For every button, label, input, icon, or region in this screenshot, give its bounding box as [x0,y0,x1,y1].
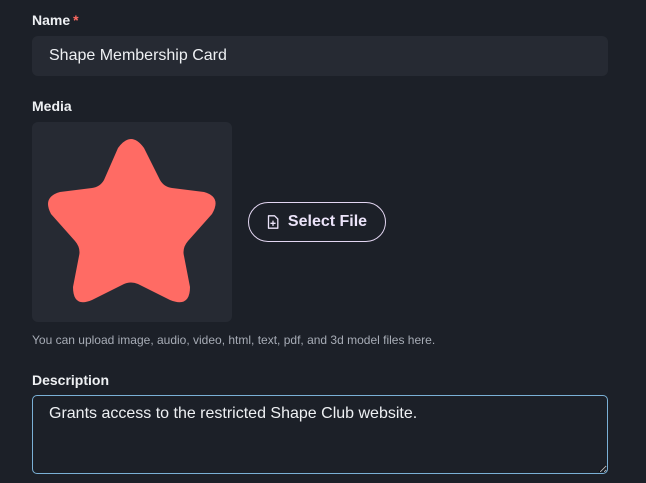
create-item-form: Name* Media Select File You can upload i… [0,0,646,483]
media-hint: You can upload image, audio, video, html… [32,333,436,347]
select-file-label: Select File [287,213,368,230]
media-preview [32,122,232,322]
media-label: Media [32,98,72,114]
required-marker: * [73,12,79,28]
name-label-text: Name [32,12,71,28]
star-shape [48,139,216,303]
star-shape-image [48,139,216,303]
name-input[interactable] [32,36,608,76]
description-label: Description [32,372,110,388]
description-textarea[interactable]: Grants access to the restricted Shape Cl… [32,395,608,474]
select-file-button[interactable]: Select File [248,202,386,242]
name-label: Name * [32,12,79,28]
file-add-icon [267,215,279,229]
